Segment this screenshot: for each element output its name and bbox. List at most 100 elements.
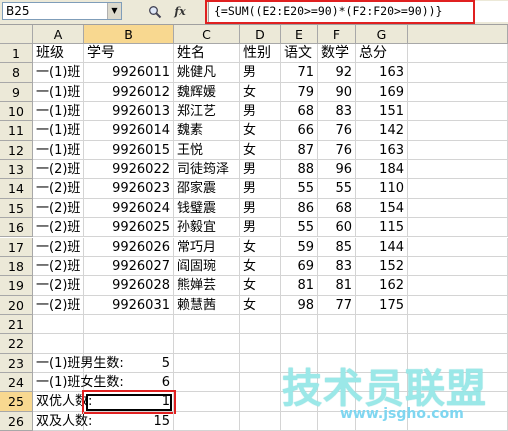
cell-g20[interactable]: 175 [356,295,408,315]
cell-b8[interactable]: 9926011 [84,63,174,83]
formula-input[interactable]: {=SUM((E2:E20>=90)*(F2:F20>=90))} [208,1,508,22]
cell-c24[interactable] [174,372,240,393]
cell-b13[interactable]: 9926022 [84,160,174,180]
column-header-f[interactable]: F [318,25,356,44]
cell-d8[interactable]: 男 [240,63,281,83]
cell-b10[interactable]: 9926013 [84,102,174,122]
cell-g25[interactable] [356,392,408,412]
cell-g11[interactable]: 142 [356,121,408,141]
cell-f10[interactable]: 83 [318,102,356,122]
cell-d12[interactable]: 女 [240,140,281,161]
cell-g13[interactable]: 184 [356,160,408,180]
cell-f15[interactable]: 68 [318,198,356,219]
cell-d26[interactable] [240,411,281,431]
cell-e8[interactable]: 71 [281,63,318,83]
cell-g15[interactable]: 154 [356,198,408,219]
cell-d10[interactable]: 男 [240,102,281,122]
cell-e25[interactable] [281,392,318,412]
cell-f1[interactable]: 数学 [318,44,356,64]
cell-e14[interactable]: 55 [281,179,318,199]
cell-d21[interactable] [240,314,281,335]
cell-g16[interactable]: 115 [356,218,408,238]
cell-c20[interactable]: 赖慧茜 [174,295,240,315]
cell-g24[interactable] [356,372,408,393]
cell-a25[interactable]: 双优人数: [33,392,92,412]
cell-g23[interactable] [356,353,408,373]
row-header-9[interactable]: 9 [0,82,33,103]
cell-f16[interactable]: 60 [318,218,356,238]
row-header-10[interactable]: 10 [0,102,33,122]
row-header-25[interactable]: 25 [0,392,33,412]
cell-e11[interactable]: 66 [281,121,318,141]
cell-f14[interactable]: 55 [318,179,356,199]
cell-a21[interactable] [33,314,84,335]
cell-a12[interactable]: 一(1)班 [33,140,84,161]
row-header-15[interactable]: 15 [0,198,33,219]
cell-e9[interactable]: 79 [281,82,318,103]
cell-a24[interactable]: 一(1)班女生数: [33,372,124,393]
column-header-e[interactable]: E [281,25,318,44]
cell-f17[interactable]: 85 [318,237,356,257]
cell-c23[interactable] [174,353,240,373]
cell-b9[interactable]: 9926012 [84,82,174,103]
cell-e10[interactable]: 68 [281,102,318,122]
cell-b12[interactable]: 9926015 [84,140,174,161]
cell-f13[interactable]: 96 [318,160,356,180]
row-header-23[interactable]: 23 [0,353,33,373]
magnifier-icon[interactable] [146,3,164,20]
cell-e12[interactable]: 87 [281,140,318,161]
cell-g9[interactable]: 169 [356,82,408,103]
select-all-corner[interactable] [0,25,33,44]
cell-e22[interactable] [281,334,318,354]
cell-e19[interactable]: 81 [281,276,318,296]
cell-f19[interactable]: 81 [318,276,356,296]
cell-f9[interactable]: 90 [318,82,356,103]
row-header-12[interactable]: 12 [0,140,33,161]
cell-g10[interactable]: 151 [356,102,408,122]
cell-d14[interactable]: 男 [240,179,281,199]
cell-f11[interactable]: 76 [318,121,356,141]
cell-f12[interactable]: 76 [318,140,356,161]
cell-c10[interactable]: 郑江艺 [174,102,240,122]
cell-c11[interactable]: 魏素 [174,121,240,141]
cell-d22[interactable] [240,334,281,354]
cell-d23[interactable] [240,353,281,373]
row-header-26[interactable]: 26 [0,411,33,431]
row-header-21[interactable]: 21 [0,314,33,335]
cell-a14[interactable]: 一(2)班 [33,179,84,199]
cell-c9[interactable]: 魏辉媛 [174,82,240,103]
cell-d17[interactable]: 女 [240,237,281,257]
cell-b17[interactable]: 9926026 [84,237,174,257]
cell-g14[interactable]: 110 [356,179,408,199]
row-header-8[interactable]: 8 [0,63,33,83]
cell-a13[interactable]: 一(2)班 [33,160,84,180]
cell-b1[interactable]: 学号 [84,44,174,64]
cell-b14[interactable]: 9926023 [84,179,174,199]
cell-a15[interactable]: 一(2)班 [33,198,84,219]
cell-d20[interactable]: 女 [240,295,281,315]
cell-d18[interactable]: 女 [240,256,281,277]
cell-b25[interactable]: 1 [84,392,174,412]
cell-a20[interactable]: 一(2)班 [33,295,84,315]
row-header-19[interactable]: 19 [0,276,33,296]
cell-a26[interactable]: 双及人数: [33,411,92,431]
cell-a9[interactable]: 一(1)班 [33,82,84,103]
cell-f24[interactable] [318,372,356,393]
cell-g21[interactable] [356,314,408,335]
cell-b11[interactable]: 9926014 [84,121,174,141]
cell-b22[interactable] [84,334,174,354]
cell-b18[interactable]: 9926027 [84,256,174,277]
cell-g18[interactable]: 152 [356,256,408,277]
cell-e20[interactable]: 98 [281,295,318,315]
column-header-a[interactable]: A [33,25,84,44]
cell-b16[interactable]: 9926025 [84,218,174,238]
cell-d9[interactable]: 女 [240,82,281,103]
cell-c15[interactable]: 钱璧震 [174,198,240,219]
cell-f23[interactable] [318,353,356,373]
row-header-22[interactable]: 22 [0,334,33,354]
row-header-11[interactable]: 11 [0,121,33,141]
cell-c26[interactable] [174,411,240,431]
cell-d19[interactable]: 女 [240,276,281,296]
cell-c21[interactable] [174,314,240,335]
cell-d1[interactable]: 性别 [240,44,281,64]
